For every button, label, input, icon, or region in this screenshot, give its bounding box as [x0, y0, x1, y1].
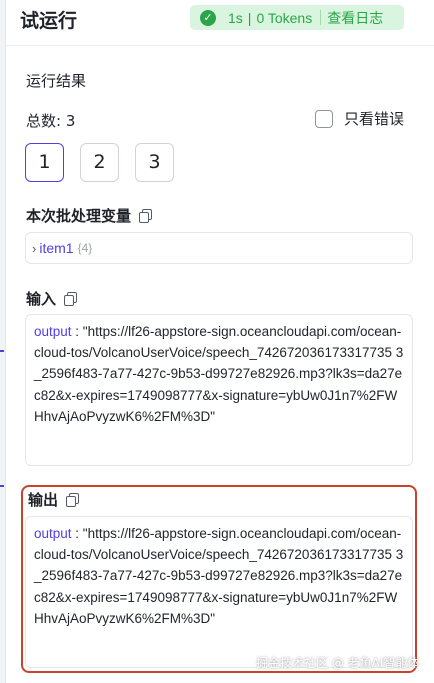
chevron-right-icon[interactable]: › — [32, 241, 36, 256]
check-circle-icon: ✓ — [200, 9, 216, 26]
panel-header: 试运行 ✓ 1s | 0 Tokens 查看日志 — [6, 0, 434, 46]
only-errors-label: 只看错误 — [344, 110, 405, 128]
input-value: : "https://lf26-appstore-sign.oceancloud… — [34, 324, 404, 424]
item-count: {4} — [77, 241, 93, 255]
only-errors-checkbox[interactable] — [315, 109, 333, 128]
input-header: 输入 — [26, 288, 78, 309]
input-code-box: output : "https://lf26-appstore-sign.oce… — [25, 314, 413, 466]
status-separator: | — [247, 9, 252, 26]
output-header: 输出 — [28, 489, 80, 510]
output-title: 输出 — [28, 491, 59, 509]
batch-vars-header: 本次批处理变量 — [26, 205, 153, 226]
batch-vars-box[interactable]: › item1 {4} — [25, 232, 413, 264]
copy-icon[interactable] — [139, 209, 153, 224]
result-section-title: 运行结果 — [26, 72, 87, 90]
panel-title: 试运行 — [20, 10, 78, 32]
total-count: 总数: 3 — [26, 112, 76, 130]
output-value: : "https://lf26-appstore-sign.oceancloud… — [34, 526, 404, 626]
edge-marker — [0, 350, 4, 352]
copy-icon[interactable] — [64, 292, 78, 307]
status-divider — [320, 10, 322, 25]
edge-marker — [0, 485, 4, 487]
page-button-2[interactable]: 2 — [80, 143, 119, 182]
test-run-panel: 试运行 ✓ 1s | 0 Tokens 查看日志 运行结果 总数: 3 只看错误… — [6, 0, 434, 683]
output-code-box: output : "https://lf26-appstore-sign.oce… — [25, 516, 413, 668]
page-button-3[interactable]: 3 — [135, 143, 174, 182]
output-key: output — [34, 526, 72, 541]
only-errors-toggle[interactable]: 只看错误 — [315, 108, 404, 129]
duration-text: 1s — [228, 9, 243, 26]
watermark: 掘金技术社区 @ 老鱼AI智能体 — [256, 656, 420, 670]
run-status-badge: ✓ 1s | 0 Tokens 查看日志 — [190, 5, 404, 30]
tokens-text: 0 Tokens — [256, 9, 313, 26]
input-key: output — [34, 324, 72, 339]
view-log-link[interactable]: 查看日志 — [327, 8, 383, 28]
input-title: 输入 — [26, 290, 57, 308]
page-button-1[interactable]: 1 — [25, 143, 64, 182]
item-key: item1 — [39, 240, 74, 256]
batch-vars-title: 本次批处理变量 — [26, 207, 132, 225]
copy-icon[interactable] — [66, 493, 80, 508]
